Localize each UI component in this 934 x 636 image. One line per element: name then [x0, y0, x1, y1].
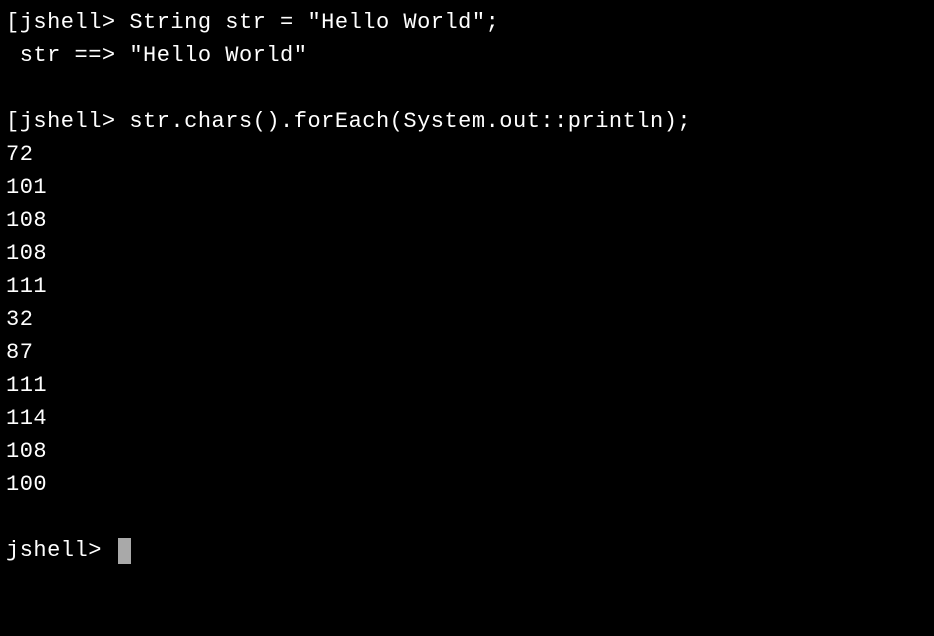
output-line: 101 — [6, 171, 928, 204]
bracket-open: [ — [6, 109, 20, 134]
output-line: 114 — [6, 402, 928, 435]
result-value: "Hello World" — [129, 43, 307, 68]
output-line: 111 — [6, 270, 928, 303]
prompt-line-1: [jshell> String str = "Hello World"; — [6, 6, 928, 39]
output-line: 87 — [6, 336, 928, 369]
prompt-line-2: [jshell> str.chars().forEach(System.out:… — [6, 105, 928, 138]
prompt-line-active[interactable]: jshell> — [6, 534, 928, 567]
command-input-1: String str = "Hello World"; — [129, 10, 499, 35]
output-line: 108 — [6, 237, 928, 270]
output-line: 108 — [6, 435, 928, 468]
command-input-2: str.chars().forEach(System.out::println)… — [129, 109, 691, 134]
result-label: str ==> — [6, 43, 129, 68]
output-line: 32 — [6, 303, 928, 336]
output-line: 72 — [6, 138, 928, 171]
cursor-icon — [118, 538, 131, 564]
bracket-open: [ — [6, 10, 20, 35]
output-line: 111 — [6, 369, 928, 402]
blank-line-2 — [6, 501, 928, 534]
blank-line-1 — [6, 72, 928, 105]
output-line: 100 — [6, 468, 928, 501]
jshell-prompt: jshell> — [20, 10, 130, 35]
result-line-1: str ==> "Hello World" — [6, 39, 928, 72]
jshell-prompt: jshell> — [20, 109, 130, 134]
output-line: 108 — [6, 204, 928, 237]
jshell-prompt: jshell> — [6, 534, 116, 567]
